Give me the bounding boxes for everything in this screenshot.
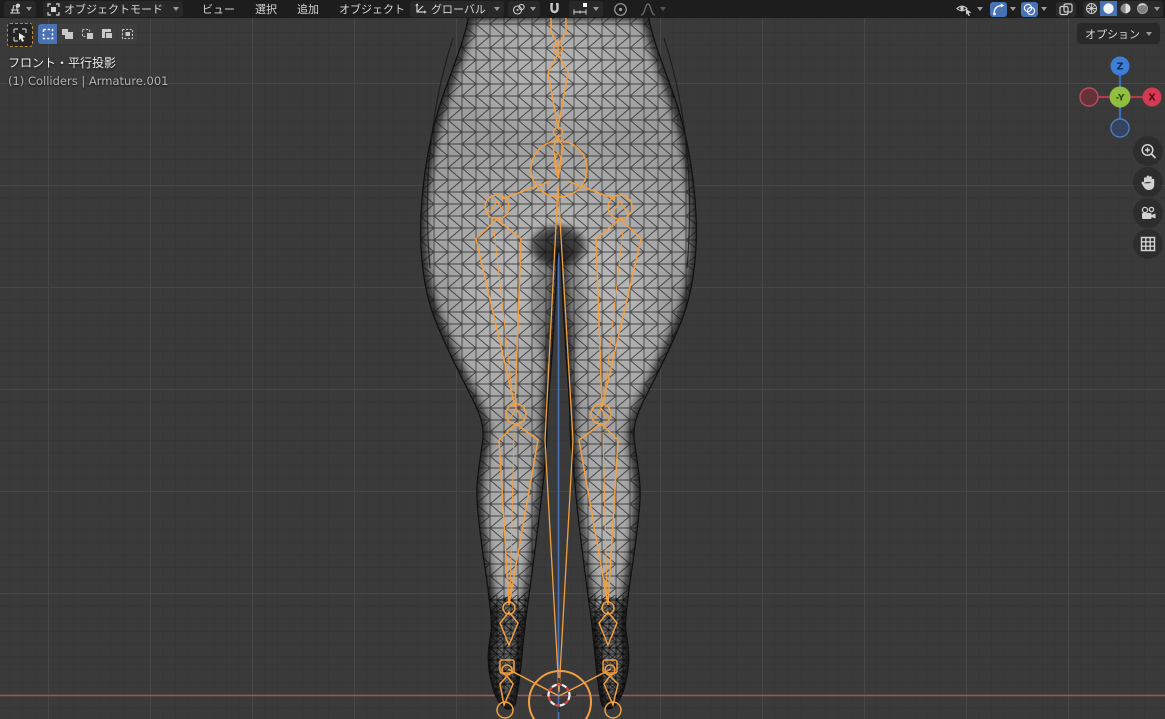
- tool-options-dropdown[interactable]: オプション: [1077, 23, 1160, 44]
- proportional-editing-button[interactable]: [609, 1, 632, 17]
- shading-rendered-button[interactable]: [1134, 1, 1151, 16]
- toggle-orthographic-button[interactable]: [1133, 229, 1163, 259]
- orientation-axes-icon: [414, 3, 427, 15]
- zoom-button[interactable]: [1133, 136, 1163, 166]
- overlays-icon: [1023, 3, 1036, 16]
- chevron-down-icon: [173, 7, 179, 11]
- svg-text:Z: Z: [1117, 61, 1124, 72]
- blender-window: オブジェクトモード ビュー 選択 追加 オブジェクト グローバル: [0, 0, 1165, 719]
- gizmo-dropdown[interactable]: [1008, 1, 1018, 17]
- editor-type-button[interactable]: [4, 1, 36, 17]
- ortho-grid-icon: [1140, 236, 1156, 252]
- chevron-down-icon: [660, 7, 666, 11]
- tool-settings-bar: オプション: [0, 23, 1165, 47]
- viewport-overlay-text: フロント・平行投影 (1) Colliders | Armature.001: [8, 54, 168, 90]
- viewport-canvas[interactable]: [0, 18, 1165, 719]
- hand-icon: [1140, 174, 1156, 191]
- chevron-down-icon: [1146, 32, 1152, 36]
- mode-dropdown[interactable]: オブジェクトモード: [43, 1, 183, 17]
- visibility-eye-cursor-icon: [956, 3, 973, 16]
- select-mode-group: [38, 24, 137, 44]
- gizmo-axis-x-ball[interactable]: X: [1143, 88, 1162, 107]
- active-object-label: (1) Colliders | Armature.001: [8, 72, 168, 90]
- svg-text:-Y: -Y: [1116, 94, 1125, 104]
- camera-icon: [1139, 206, 1157, 221]
- orientation-label: グローバル: [431, 1, 486, 17]
- gizmo-axis-z-ball[interactable]: Z: [1111, 57, 1130, 76]
- svg-text:X: X: [1148, 92, 1156, 103]
- wireframe-sphere-icon: [1085, 2, 1098, 15]
- xray-toggle[interactable]: [1056, 2, 1076, 17]
- gizmo-axis-y-front-ball[interactable]: -Y: [1110, 87, 1131, 108]
- chevron-down-icon: [26, 7, 32, 11]
- options-label: オプション: [1085, 26, 1140, 42]
- shading-material-button[interactable]: [1117, 1, 1134, 16]
- select-mode-extend-button[interactable]: [58, 24, 77, 44]
- object-type-visibility-dropdown[interactable]: [952, 1, 987, 17]
- overlays-dropdown[interactable]: [1039, 1, 1049, 17]
- menu-add[interactable]: 追加: [288, 1, 328, 17]
- chevron-down-icon: [593, 7, 599, 11]
- select-mode-set-button[interactable]: [38, 24, 57, 44]
- shading-wireframe-button[interactable]: [1083, 1, 1100, 16]
- chevron-down-icon: [530, 7, 536, 11]
- view-orientation-label: フロント・平行投影: [8, 54, 168, 72]
- chevron-down-icon: [1041, 7, 1047, 11]
- shading-solid-button[interactable]: [1100, 1, 1117, 16]
- viewport-header: オブジェクトモード ビュー 選択 追加 オブジェクト グローバル: [0, 0, 1165, 18]
- transform-orientation-dropdown[interactable]: グローバル: [410, 1, 504, 17]
- viewport-nav-buttons: [1133, 136, 1163, 259]
- select-mode-invert-button[interactable]: [98, 24, 117, 44]
- menu-object[interactable]: オブジェクト: [330, 1, 414, 17]
- show-gizmo-toggle[interactable]: [990, 2, 1007, 17]
- gizmo-axis-neg-x-ball[interactable]: [1080, 88, 1098, 106]
- shading-dropdown[interactable]: [1151, 1, 1163, 17]
- 3d-viewport-editor-icon: [8, 3, 22, 15]
- menu-view[interactable]: ビュー: [193, 1, 244, 17]
- rendered-sphere-icon: [1136, 2, 1149, 15]
- mode-label: オブジェクトモード: [64, 1, 163, 17]
- proportional-editing-icon: [613, 2, 628, 17]
- chevron-down-icon: [1010, 7, 1016, 11]
- snap-toggle-button[interactable]: [544, 1, 565, 17]
- 3d-viewport[interactable]: オプション フロント・平行投影 (1) Colliders | Armature…: [0, 18, 1165, 719]
- select-mode-intersect-button[interactable]: [118, 24, 137, 44]
- chevron-down-icon: [1154, 7, 1160, 11]
- snap-increment-icon: [573, 3, 589, 16]
- magnet-icon: [548, 3, 561, 16]
- falloff-curve-icon: [640, 3, 656, 16]
- snap-target-dropdown[interactable]: [569, 1, 603, 17]
- pivot-point-icon: [512, 3, 526, 16]
- show-overlays-toggle[interactable]: [1021, 2, 1038, 17]
- pivot-point-dropdown[interactable]: [508, 1, 540, 17]
- select-box-cursor-icon: [13, 28, 27, 42]
- solid-sphere-icon: [1102, 2, 1115, 15]
- material-sphere-icon: [1119, 2, 1132, 15]
- move-view-button[interactable]: [1133, 167, 1163, 197]
- chevron-down-icon: [977, 7, 983, 11]
- select-mode-subtract-button[interactable]: [78, 24, 97, 44]
- object-mode-icon: [47, 3, 60, 16]
- active-tool-select-box-button[interactable]: [7, 23, 33, 47]
- xray-icon: [1059, 3, 1073, 16]
- chevron-down-icon: [494, 7, 500, 11]
- camera-view-button[interactable]: [1133, 198, 1163, 228]
- zoom-icon: [1140, 143, 1157, 160]
- gizmo-axis-neg-z-ball[interactable]: [1111, 119, 1129, 137]
- menu-select[interactable]: 選択: [246, 1, 286, 17]
- gizmo-icon: [992, 3, 1005, 16]
- proportional-falloff-dropdown[interactable]: [636, 1, 670, 17]
